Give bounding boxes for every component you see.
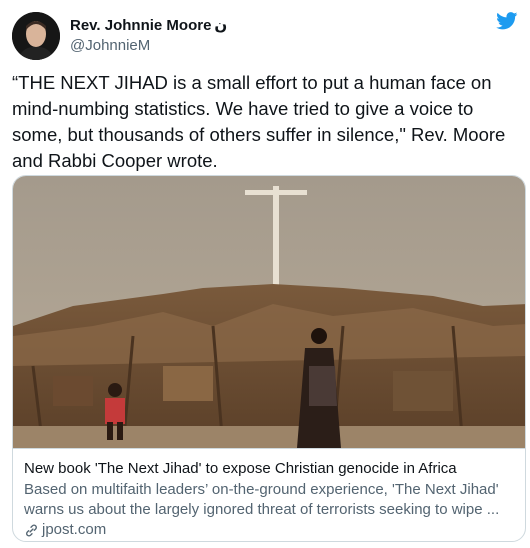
display-name[interactable]: Rev. Johnnie Moore <box>70 17 211 34</box>
avatar[interactable] <box>12 12 60 60</box>
card-body[interactable]: New book 'The Next Jihad' to expose Chri… <box>13 448 525 541</box>
link-preview-card[interactable]: New book 'The Next Jihad' to expose Chri… <box>12 175 526 542</box>
card-domain-text[interactable]: jpost.com <box>42 520 106 540</box>
display-name-suffix: ن <box>214 17 228 34</box>
card-domain[interactable]: jpost.com <box>24 520 516 540</box>
author-name-row: Rev. Johnnie Moore ن <box>70 16 227 36</box>
tweet-text: “THE NEXT JIHAD is a small effort to put… <box>12 72 506 171</box>
article-image[interactable] <box>13 176 526 448</box>
author-handle[interactable]: @JohnnieM <box>70 36 227 56</box>
link-icon <box>26 524 37 536</box>
card-description: Based on multifaith leaders’ on-the-grou… <box>24 481 500 518</box>
tweet-author: Rev. Johnnie Moore ن @JohnnieM <box>70 16 227 56</box>
avatar-photo <box>12 12 60 60</box>
tweet-header: Rev. Johnnie Moore ن @JohnnieM <box>12 12 518 60</box>
twitter-bird-icon[interactable] <box>496 12 518 30</box>
card-title[interactable]: New book 'The Next Jihad' to expose Chri… <box>24 459 516 479</box>
